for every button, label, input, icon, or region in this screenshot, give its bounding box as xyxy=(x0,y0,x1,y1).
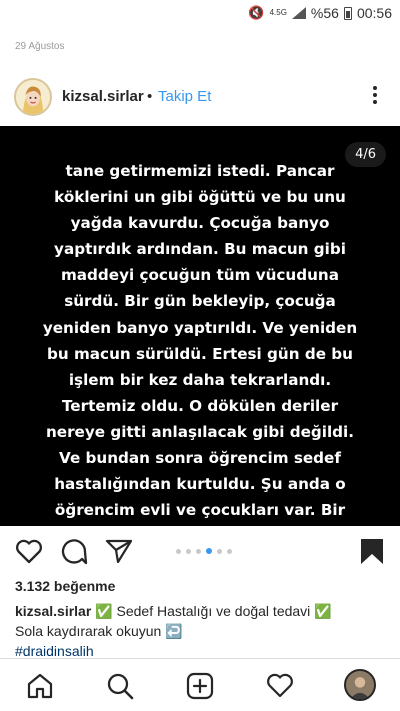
caption-text: ✅ Sedef Hastalığı ve doğal tedavi ✅ xyxy=(91,603,332,619)
profile-photo xyxy=(346,671,374,699)
image-text-line: işlem bir kez daha tekrarlandı. xyxy=(68,370,332,389)
caption-line-2: Sola kaydırarak okuyun ↩️ xyxy=(15,623,183,639)
comment-icon[interactable] xyxy=(60,538,88,565)
image-text-line: Ve bundan sonra öğrencim sedef xyxy=(59,449,341,468)
previous-post-date: 29 Ağustos xyxy=(15,41,65,52)
carousel-dot-active xyxy=(206,548,212,554)
signal-icon xyxy=(291,7,306,19)
image-text-line: öğrencim evli ve çocukları var. Bir xyxy=(54,501,346,520)
status-icons: 🔇 4.5G %56 00:56 xyxy=(248,5,392,21)
image-text-line: maddeyi çocuğun tüm vücuduna xyxy=(60,266,339,285)
caption-username[interactable]: kizsal.sirlar xyxy=(15,603,91,619)
image-text-line: yaptırdık ardından. Bu macun gibi xyxy=(54,240,346,259)
share-icon[interactable] xyxy=(105,538,133,564)
post-username[interactable]: kizsal.sirlar xyxy=(62,88,144,105)
image-text-line: yeniden banyo yaptırıldı. Ve yeniden xyxy=(42,318,358,337)
battery-icon xyxy=(343,6,352,20)
carousel-dot xyxy=(227,548,232,554)
battery-percent: %56 xyxy=(310,5,339,21)
image-text-line: Tertemiz oldu. O dökülen deriler xyxy=(61,396,339,415)
bottom-nav xyxy=(0,658,400,711)
avatar-illustration xyxy=(16,80,50,114)
carousel-dot xyxy=(186,548,191,554)
likes-count[interactable]: 3.132 beğenme xyxy=(15,578,115,594)
post-header: kizsal.sirlar • Takip Et xyxy=(0,70,400,124)
clock: 00:56 xyxy=(356,5,392,21)
post-caption: kizsal.sirlar ✅ Sedef Hastalığı ve doğal… xyxy=(15,601,390,661)
profile-avatar[interactable] xyxy=(344,669,376,701)
image-text-line: nereye gitti anlaşılacak gibi değildi. xyxy=(45,422,355,441)
add-post-icon[interactable] xyxy=(186,672,214,700)
image-text-line: sürdü. Bir gün bekleyip, çocuğa xyxy=(64,292,336,311)
status-bar: 🔇 4.5G %56 00:56 xyxy=(0,0,400,26)
image-text-line: köklerini un gibi öğüttü ve bu unu xyxy=(54,188,346,207)
carousel-dot xyxy=(176,548,181,554)
silent-icon: 🔇 xyxy=(248,5,265,20)
post-image-text: tane getirmemizi istedi. Pancar köklerin… xyxy=(0,158,400,523)
more-options-icon[interactable] xyxy=(372,86,378,104)
carousel-dots xyxy=(176,548,232,554)
carousel-dot xyxy=(196,548,201,554)
image-text-line: yağda kavurdu. Çocuğa banyo xyxy=(70,214,330,233)
home-icon[interactable] xyxy=(26,672,54,700)
activity-heart-icon[interactable] xyxy=(266,672,294,698)
network-type: 4.5G xyxy=(269,8,287,17)
image-text-line: tane getirmemizi istedi. Pancar xyxy=(65,162,335,180)
carousel-dot xyxy=(217,548,222,554)
image-text-line: bu macun sürüldü. Ertesi gün de bu xyxy=(47,344,353,363)
post-actions xyxy=(0,530,400,574)
image-text-line: hastalığından kurtuldu. Şu anda o xyxy=(54,475,346,494)
follow-button[interactable]: Takip Et xyxy=(158,88,211,105)
search-icon[interactable] xyxy=(106,672,134,700)
header-separator: • xyxy=(147,88,153,105)
post-image[interactable]: 4/6 tane getirmemizi istedi. Pancar kökl… xyxy=(0,126,400,526)
bookmark-icon[interactable] xyxy=(360,538,384,565)
heart-icon[interactable] xyxy=(15,538,43,564)
user-avatar[interactable] xyxy=(14,78,52,116)
